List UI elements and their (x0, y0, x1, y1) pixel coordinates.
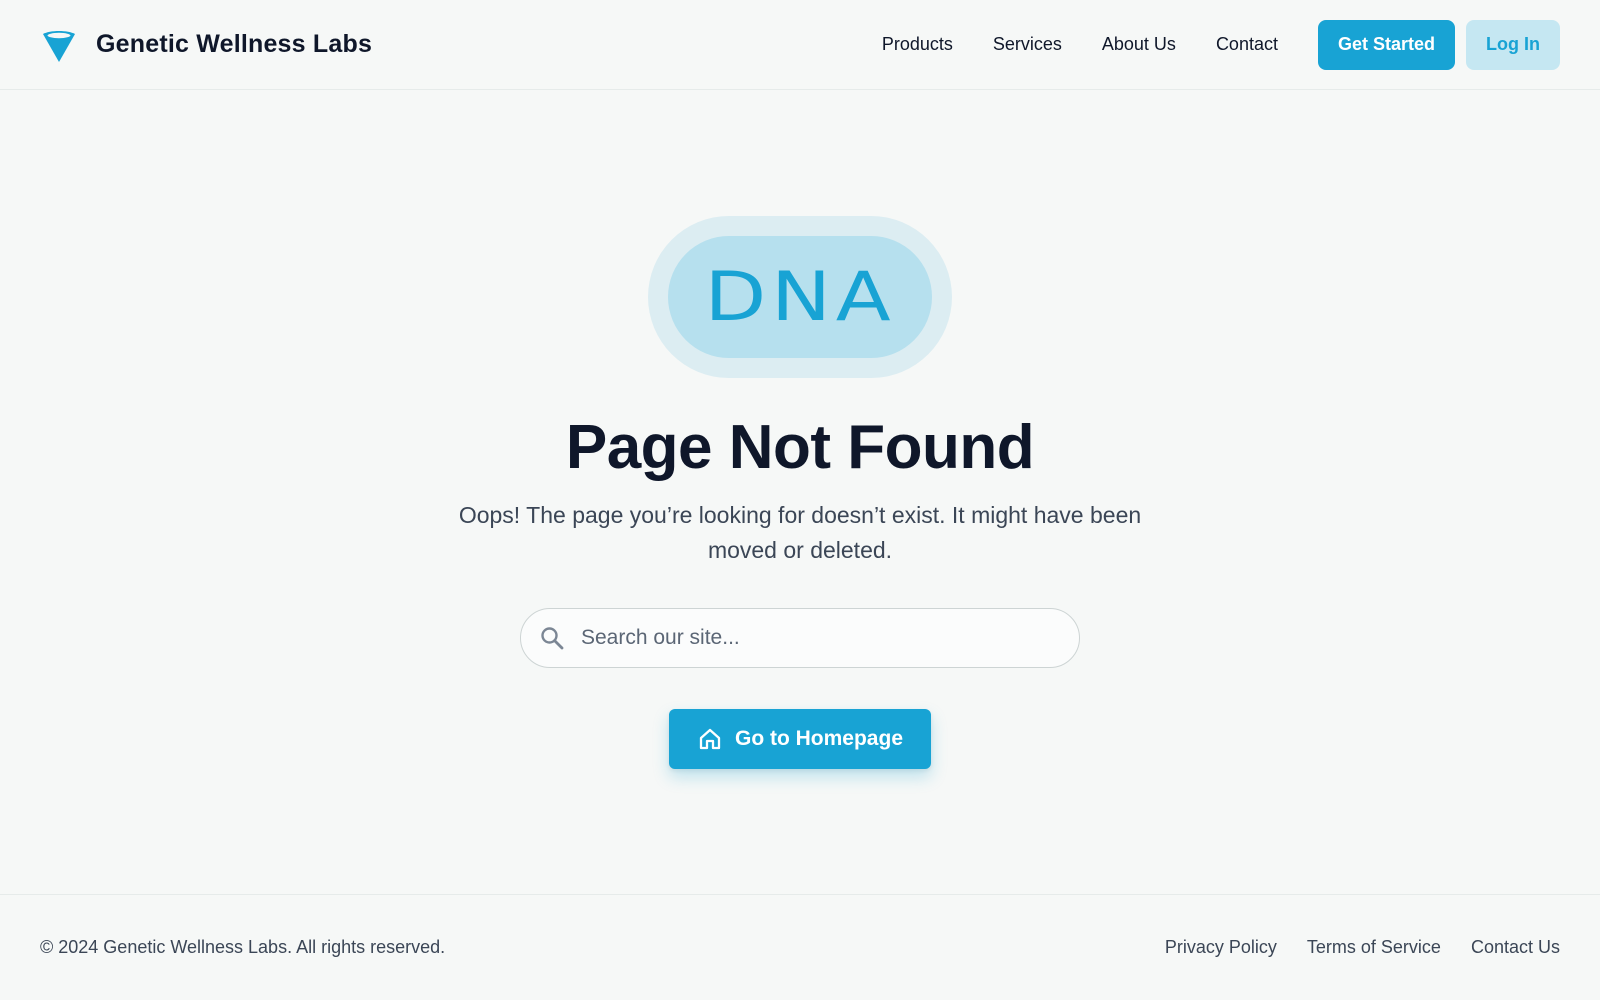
nav-item-contact[interactable]: Contact (1216, 34, 1278, 55)
page-subtitle: Oops! The page you’re looking for doesn’… (458, 502, 1142, 563)
search-icon (539, 625, 565, 651)
dna-badge: DNA (648, 216, 952, 378)
site-footer: © 2024 Genetic Wellness Labs. All rights… (0, 894, 1600, 1000)
nav-item-products[interactable]: Products (882, 34, 953, 55)
get-started-button[interactable]: Get Started (1317, 19, 1456, 70)
search-box (520, 608, 1080, 668)
go-to-homepage-label: Go to Homepage (734, 727, 903, 750)
brand[interactable]: Genetic Wellness Labs (40, 26, 372, 64)
main-content: DNA Page Not Found Oops! The page you’re… (0, 90, 1600, 894)
dna-badge-inner: DNA (668, 236, 932, 358)
page-title: Page Not Found (565, 413, 1035, 482)
search-input[interactable] (581, 626, 1041, 650)
dna-badge-text: DNA (704, 257, 896, 337)
site-header: Genetic Wellness Labs Products Services … (0, 0, 1600, 90)
footer-link-privacy-policy[interactable]: Privacy Policy (1165, 937, 1277, 958)
footer-link-terms-of-service[interactable]: Terms of Service (1307, 937, 1441, 958)
footer-link-contact-us[interactable]: Contact Us (1471, 937, 1560, 958)
copyright-text: © 2024 Genetic Wellness Labs. All rights… (40, 937, 446, 957)
funnel-logo-icon (40, 26, 78, 64)
nav-item-about-us[interactable]: About Us (1102, 34, 1176, 55)
home-icon (697, 726, 723, 752)
main-nav: Products Services About Us Contact Get S… (882, 19, 1560, 70)
nav-item-services[interactable]: Services (993, 34, 1062, 55)
error-page: Genetic Wellness Labs Products Services … (0, 0, 1600, 1000)
login-button[interactable]: Log In (1466, 19, 1560, 70)
brand-name: Genetic Wellness Labs (96, 30, 373, 58)
footer-links: Privacy Policy Terms of Service Contact … (1165, 937, 1560, 958)
go-to-homepage-button[interactable]: Go to Homepage (669, 709, 931, 769)
